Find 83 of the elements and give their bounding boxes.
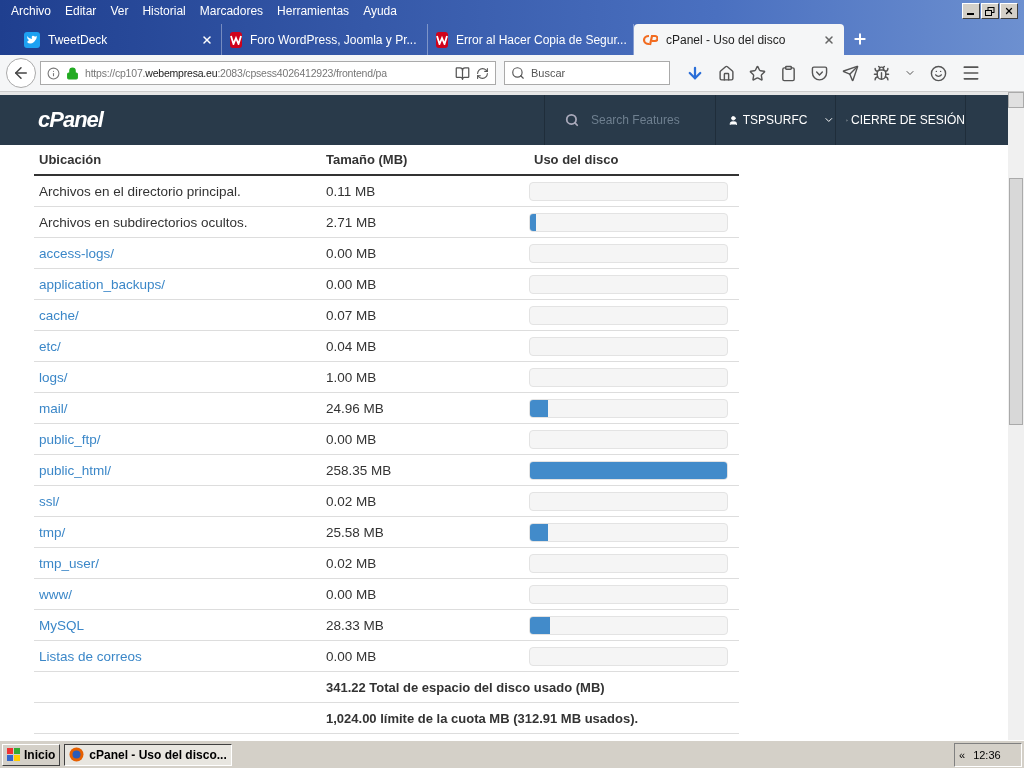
size-cell-text: 0.00 MB bbox=[325, 431, 378, 447]
column-header: Tamaño (MB) bbox=[325, 152, 409, 167]
info-icon[interactable] bbox=[47, 66, 60, 80]
menu-item[interactable]: Archivo bbox=[4, 4, 58, 18]
close-icon[interactable] bbox=[1000, 3, 1018, 19]
back-button[interactable] bbox=[6, 58, 36, 88]
folder-link[interactable]: ssl/ bbox=[34, 493, 321, 509]
folder-link[interactable]: www/ bbox=[34, 586, 321, 602]
size-cell-text: 24.96 MB bbox=[325, 400, 385, 416]
column-header: Ubicación bbox=[38, 152, 103, 167]
expand-tray-button[interactable]: « bbox=[959, 748, 966, 761]
taskbar-window-button[interactable]: cPanel - Uso del disco... bbox=[64, 743, 232, 766]
menu-item[interactable]: Marcadores bbox=[192, 4, 271, 18]
location-text: Archivos en el directorio principal. bbox=[38, 183, 242, 199]
folder-link[interactable]: MySQL bbox=[34, 617, 321, 633]
folder-link[interactable]: access-logs/ bbox=[34, 245, 321, 261]
total-text: 1,024.00 límite de la cuota MB (312.91 MB usados). bbox=[325, 710, 640, 726]
menu-item[interactable]: Ver bbox=[103, 4, 136, 18]
menu-item[interactable]: Herramientas bbox=[270, 4, 357, 18]
menu-item[interactable]: Editar bbox=[58, 4, 104, 18]
site-icon bbox=[230, 31, 242, 48]
clock-text: 12:36 bbox=[973, 748, 1001, 761]
size-cell-text: 28.33 MB bbox=[325, 617, 385, 633]
menu-item[interactable]: Historial bbox=[135, 4, 193, 18]
search-icon bbox=[511, 66, 525, 80]
home-icon[interactable] bbox=[718, 64, 735, 82]
site-icon bbox=[436, 31, 448, 48]
lock-icon bbox=[66, 66, 79, 80]
new-tab-icon[interactable] bbox=[852, 31, 868, 47]
reload-icon[interactable] bbox=[476, 66, 489, 80]
total-text: 341.22 Total de espacio del disco usado (MB) bbox=[325, 679, 606, 695]
reader-view-icon[interactable] bbox=[455, 65, 470, 81]
folder-link[interactable]: public_html/ bbox=[34, 462, 321, 478]
size-cell-text: 258.35 MB bbox=[325, 462, 393, 478]
location-text: Archivos en subdirectorios ocultos. bbox=[38, 214, 249, 230]
folder-link[interactable]: cache/ bbox=[34, 307, 321, 323]
smiley-icon[interactable] bbox=[930, 64, 947, 82]
search-field[interactable]: Buscar bbox=[504, 61, 670, 85]
star-icon[interactable] bbox=[749, 64, 766, 82]
clipboard-icon[interactable] bbox=[780, 64, 797, 82]
cpanel-logo[interactable]: cPanel bbox=[38, 107, 103, 133]
pocket-icon[interactable] bbox=[811, 64, 828, 82]
size-cell-text: 0.07 MB bbox=[325, 307, 378, 323]
bug-icon[interactable] bbox=[873, 64, 890, 82]
menu-icon[interactable] bbox=[961, 63, 981, 83]
send-icon[interactable] bbox=[842, 64, 859, 82]
user-icon bbox=[728, 113, 739, 127]
size-cell-text: 0.02 MB bbox=[325, 493, 378, 509]
size-cell-text: 0.00 MB bbox=[325, 648, 378, 664]
column-header: Uso del disco bbox=[533, 152, 620, 167]
size-cell-text: 1.00 MB bbox=[325, 369, 378, 385]
close-icon[interactable] bbox=[201, 33, 213, 46]
windows-logo-icon bbox=[7, 747, 21, 762]
folder-link[interactable]: tmp/ bbox=[34, 524, 321, 540]
size-cell-text: 0.11 MB bbox=[325, 183, 377, 199]
scrollbar[interactable] bbox=[1008, 92, 1024, 740]
folder-link[interactable]: etc/ bbox=[34, 338, 321, 354]
folder-link[interactable]: logs/ bbox=[34, 369, 321, 385]
folder-link[interactable]: tmp_user/ bbox=[34, 555, 321, 571]
search-icon bbox=[565, 113, 579, 127]
size-cell-text: 0.00 MB bbox=[325, 276, 378, 292]
folder-link[interactable]: application_backups/ bbox=[34, 276, 321, 292]
address-field[interactable]: https://cp107.webempresa.eu:2083/cpsess4026412923/frontend/pa bbox=[40, 61, 496, 85]
size-cell-text: 0.04 MB bbox=[325, 338, 378, 354]
folder-link[interactable]: public_ftp/ bbox=[34, 431, 321, 447]
minimize-icon[interactable] bbox=[962, 3, 980, 19]
browser-logo-icon bbox=[69, 747, 85, 762]
size-cell-text: 0.00 MB bbox=[325, 586, 378, 602]
bird-icon bbox=[24, 31, 40, 48]
size-cell-text: 0.02 MB bbox=[325, 555, 378, 571]
size-cell-text: 2.71 MB bbox=[325, 214, 378, 230]
user-menu[interactable]: TSPSURFC bbox=[716, 95, 836, 145]
folder-link[interactable]: mail/ bbox=[34, 400, 321, 416]
folder-link[interactable]: Listas de correos bbox=[34, 648, 321, 664]
size-cell-text: 25.58 MB bbox=[325, 524, 385, 540]
browser-tab[interactable]: cPanel - Uso del disco bbox=[634, 24, 844, 55]
url-text: https://cp107.webempresa.eu:2083/cpsess4026412923/frontend/pa bbox=[85, 67, 388, 79]
menu-item[interactable]: Ayuda bbox=[356, 4, 404, 18]
restore-icon[interactable] bbox=[981, 3, 999, 19]
logout-link[interactable]: CIERRE DE SESIÓN bbox=[836, 95, 966, 145]
size-cell-text: 0.00 MB bbox=[325, 245, 378, 261]
start-button[interactable]: Inicio bbox=[2, 743, 61, 766]
download-icon[interactable] bbox=[686, 64, 704, 82]
